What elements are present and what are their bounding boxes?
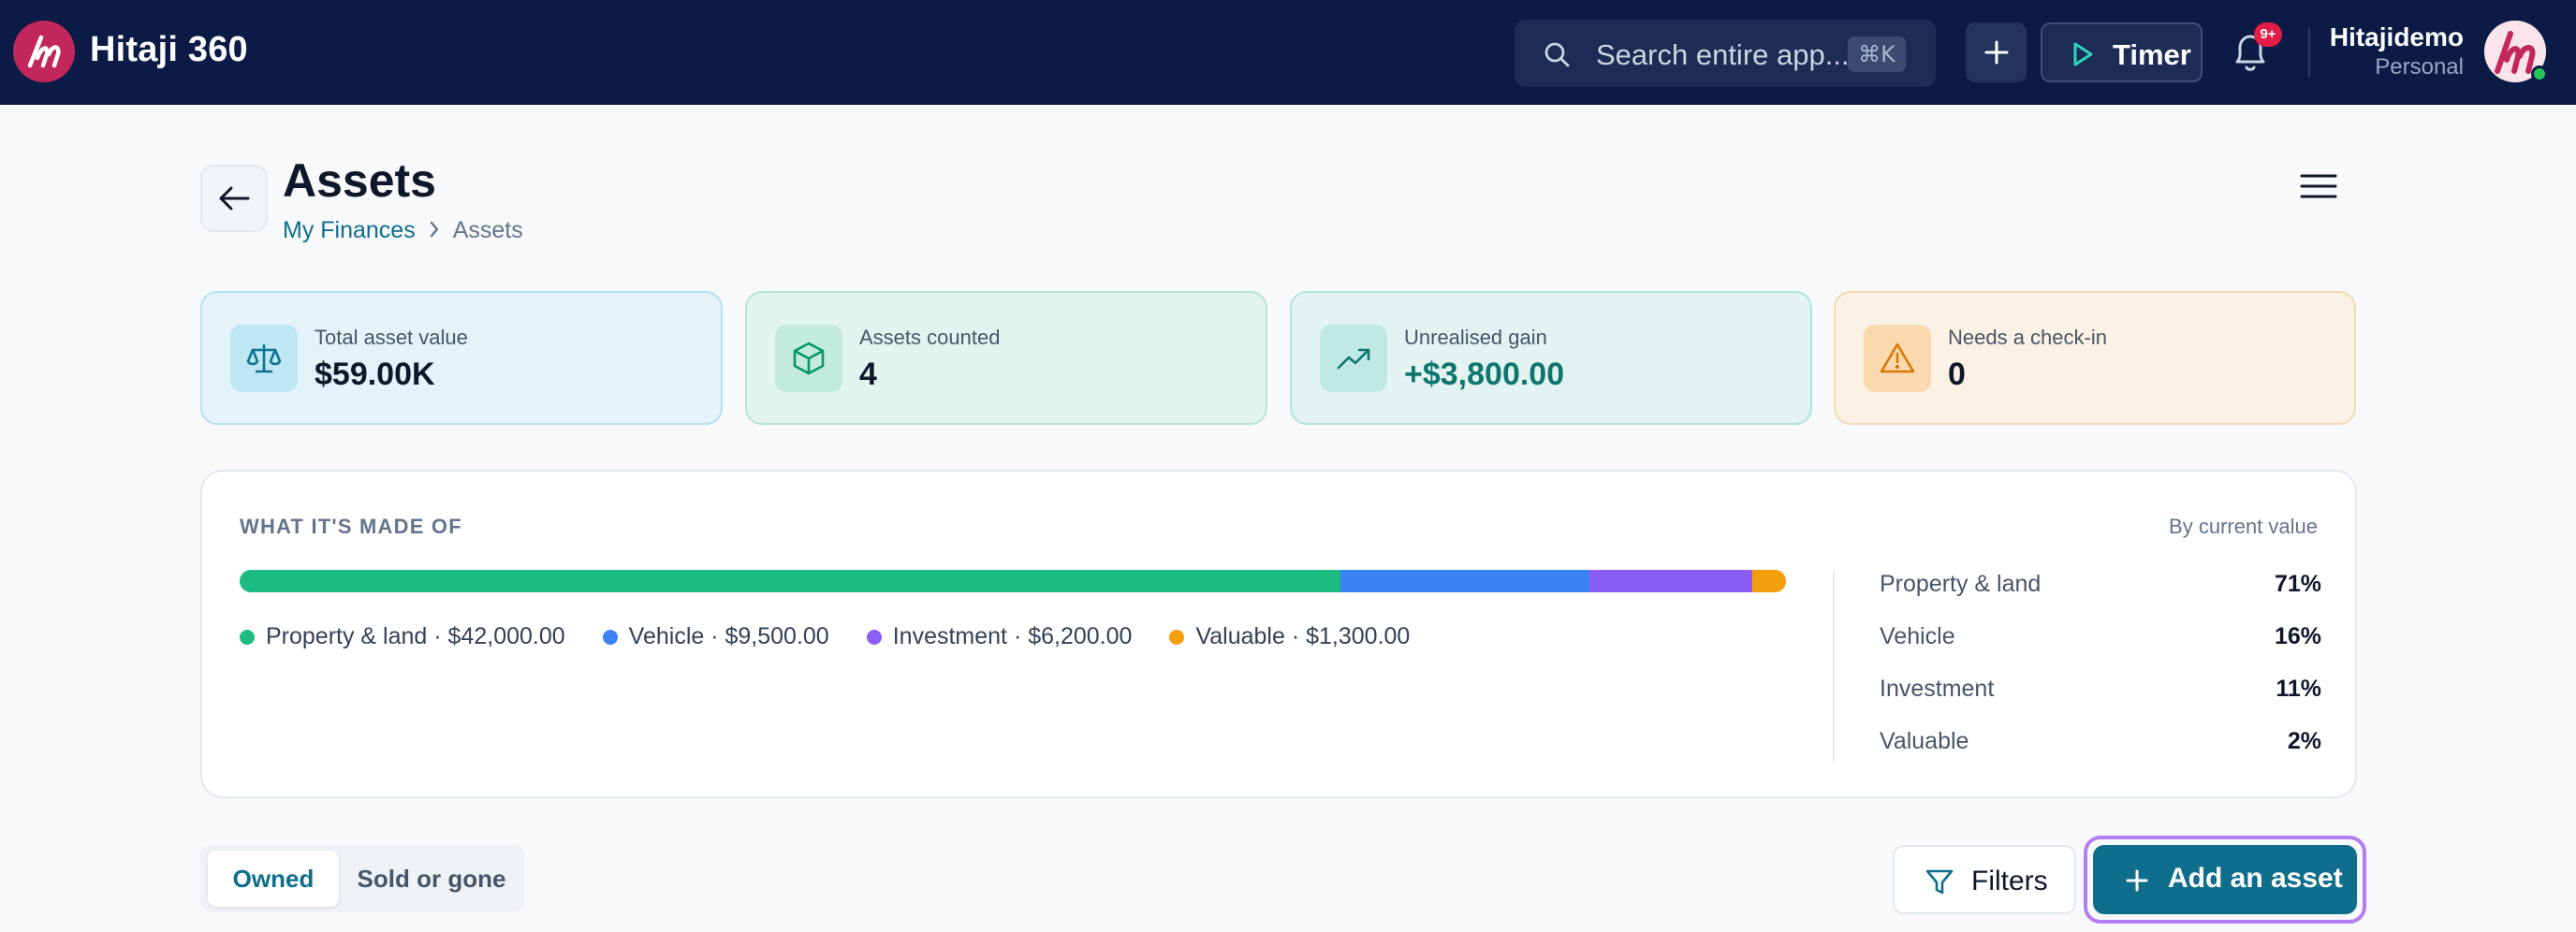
cube-icon <box>775 325 842 392</box>
category-name: Vehicle <box>1880 623 1955 649</box>
breadcrumb-current: Assets <box>452 217 523 243</box>
plus-icon <box>2126 869 2148 892</box>
legend-dot <box>602 629 618 645</box>
percentage-row: Vehicle 16% <box>1880 623 2321 676</box>
timer-button[interactable]: Timer <box>2041 22 2203 82</box>
add-asset-label: Add an asset <box>2168 863 2343 894</box>
arrow-left-icon <box>219 186 250 211</box>
category-percent: 2% <box>2287 728 2321 754</box>
stat-card-total-value[interactable]: Total asset value $59.00K <box>200 291 723 425</box>
user-plan: Personal <box>2375 54 2464 80</box>
online-status-dot <box>2531 66 2548 82</box>
composition-subtitle: By current value <box>2169 515 2318 538</box>
category-percent: 16% <box>2274 623 2321 649</box>
hitaji-logo-icon[interactable] <box>13 21 75 82</box>
trending-up-icon <box>1320 325 1387 392</box>
search-shortcut-badge: ⌘K <box>1848 36 1906 72</box>
filters-label: Filters <box>1971 866 2048 896</box>
filter-funnel-icon <box>1925 869 1954 895</box>
back-button[interactable] <box>200 165 268 232</box>
bar-segment-property-land[interactable] <box>240 570 1340 592</box>
panel-divider <box>1833 571 1835 762</box>
composition-panel: WHAT IT'S MADE OF By current value Prope… <box>200 470 2357 798</box>
add-asset-button[interactable]: Add an asset <box>2093 845 2357 914</box>
quick-add-button[interactable] <box>1966 22 2027 82</box>
plus-icon <box>1984 40 2008 65</box>
percentage-row: Investment 11% <box>1880 676 2321 728</box>
user-name[interactable]: Hitajidemo <box>2321 22 2464 52</box>
bar-segment-valuable[interactable] <box>1751 570 1786 592</box>
stat-value: $59.00K <box>315 357 435 392</box>
stat-card-assets-counted[interactable]: Assets counted 4 <box>745 291 1267 425</box>
legend-dot <box>1169 629 1185 645</box>
legend-dot <box>240 629 255 645</box>
legend-label: Investment · $6,200.00 <box>892 623 1133 649</box>
tab-owned[interactable]: Owned <box>208 851 339 907</box>
breadcrumb-my-finances[interactable]: My Finances <box>283 217 416 243</box>
legend-item-investment: Investment · $6,200.00 <box>866 623 1133 650</box>
legend-item-vehicle: Vehicle · $9,500.00 <box>602 623 829 650</box>
filters-button[interactable]: Filters <box>1893 845 2076 914</box>
stat-value: 4 <box>859 357 877 392</box>
scale-icon <box>230 325 298 392</box>
percentage-row: Valuable 2% <box>1880 728 2321 780</box>
warning-icon <box>1864 325 1931 392</box>
search-placeholder: Search entire app... <box>1596 38 1850 71</box>
stat-card-unrealised-gain[interactable]: Unrealised gain +$3,800.00 <box>1290 291 1812 425</box>
page-title: Assets <box>283 154 436 207</box>
legend-item-property-land: Property & land · $42,000.00 <box>240 623 565 650</box>
stat-label: Assets counted <box>859 326 1001 349</box>
top-bar: Hitaji 360 Search entire app... ⌘K Timer… <box>0 0 2576 105</box>
stat-label: Unrealised gain <box>1404 326 1547 349</box>
composition-title: WHAT IT'S MADE OF <box>240 515 462 538</box>
global-search[interactable]: Search entire app... ⌘K <box>1515 20 1936 87</box>
ownership-toggle: Owned Sold or gone <box>200 845 524 912</box>
category-name: Property & land <box>1880 571 2042 597</box>
stat-card-needs-check-in[interactable]: Needs a check-in 0 <box>1834 291 2356 425</box>
app-title[interactable]: Hitaji 360 <box>90 30 248 70</box>
stat-label: Total asset value <box>315 326 468 349</box>
legend-dot <box>866 629 882 645</box>
bar-segment-investment[interactable] <box>1588 570 1752 592</box>
percentage-list: Property & land 71% Vehicle 16% Investme… <box>1880 571 2321 780</box>
play-icon <box>2073 42 2093 66</box>
search-icon <box>1544 42 1570 67</box>
tab-sold-or-gone[interactable]: Sold or gone <box>346 851 517 907</box>
stat-value: 0 <box>1948 357 1966 392</box>
legend-label: Valuable · $1,300.00 <box>1195 623 1411 649</box>
category-name: Valuable <box>1880 728 1969 754</box>
topbar-divider <box>2308 28 2310 77</box>
composition-legend: Property & land · $42,000.00 Vehicle · $… <box>240 623 1447 650</box>
bar-segment-vehicle[interactable] <box>1340 570 1589 592</box>
composition-bar <box>240 570 1786 592</box>
timer-label: Timer <box>2113 38 2191 71</box>
hamburger-menu-icon[interactable] <box>2299 172 2338 200</box>
notifications-badge: 9+ <box>2254 22 2282 47</box>
percentage-row: Property & land 71% <box>1880 571 2321 623</box>
category-name: Investment <box>1880 676 1995 702</box>
legend-item-valuable: Valuable · $1,300.00 <box>1169 623 1410 650</box>
chevron-right-icon <box>429 218 440 245</box>
category-percent: 71% <box>2274 571 2321 597</box>
stat-value: +$3,800.00 <box>1404 357 1565 392</box>
breadcrumb: My Finances Assets <box>283 217 523 245</box>
legend-label: Property & land · $42,000.00 <box>266 623 565 649</box>
category-percent: 11% <box>2276 676 2321 702</box>
stat-label: Needs a check-in <box>1948 326 2107 349</box>
legend-label: Vehicle · $9,500.00 <box>628 623 829 649</box>
